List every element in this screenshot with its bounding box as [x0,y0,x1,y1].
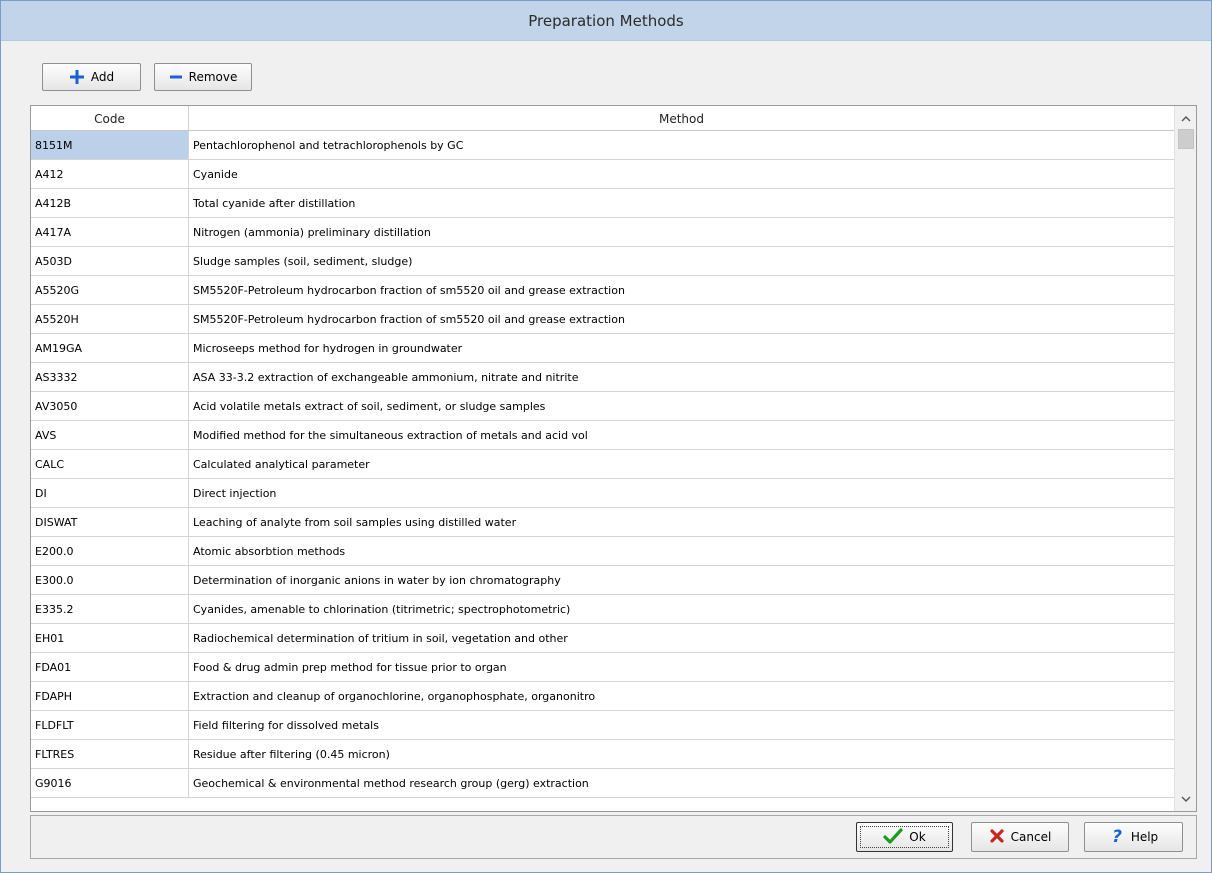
method-cell[interactable]: Modified method for the simultaneous ext… [189,421,1174,449]
method-cell[interactable]: Microseeps method for hydrogen in ground… [189,334,1174,362]
code-cell[interactable]: FDAPH [31,682,189,710]
method-cell[interactable]: Determination of inorganic anions in wat… [189,566,1174,594]
remove-button-label: Remove [188,70,238,84]
column-header-code[interactable]: Code [31,106,189,131]
table-row[interactable]: E200.0 Atomic absorbtion methods [31,537,1174,566]
table-row[interactable]: A5520H SM5520F-Petroleum hydrocarbon frac… [31,305,1174,334]
table-row[interactable]: A417A Nitrogen (ammonia) preliminary dist… [31,218,1174,247]
table-row[interactable]: E300.0 Determination of inorganic anions … [31,566,1174,595]
method-cell[interactable]: Cyanides, amenable to chlorination (titr… [189,595,1174,623]
method-cell[interactable]: Cyanide [189,160,1174,188]
table-row[interactable]: DISWAT Leaching of analyte from soil samp… [31,508,1174,537]
table-row[interactable]: A412 Cyanide [31,160,1174,189]
minus-icon [169,69,183,85]
cancel-button-label: Cancel [1010,830,1052,844]
method-cell[interactable]: Residue after filtering (0.45 micron) [189,740,1174,768]
code-cell[interactable]: DI [31,479,189,507]
code-cell[interactable]: A5520H [31,305,189,333]
code-cell[interactable]: EH01 [31,624,189,652]
code-cell[interactable]: AM19GA [31,334,189,362]
add-button-label: Add [90,70,115,84]
table-row[interactable]: E335.2 Cyanides, amenable to chlorination… [31,595,1174,624]
method-cell[interactable]: ASA 33-3.2 extraction of exchangeable am… [189,363,1174,391]
cancel-button[interactable]: Cancel [971,822,1069,852]
title-bar: Preparation Methods [1,1,1211,41]
method-cell[interactable]: Total cyanide after distillation [189,189,1174,217]
add-button[interactable]: Add [42,63,141,91]
method-cell[interactable]: Geochemical & environmental method resea… [189,769,1174,797]
table-body: 8151M Pentachlorophenol and tetrachloroph… [31,131,1174,811]
table-row[interactable]: CALC Calculated analytical parameter [31,450,1174,479]
ok-button[interactable]: Ok [856,822,953,852]
focus-rectangle [860,826,949,848]
table-row[interactable]: AVS Modified method for the simultaneous … [31,421,1174,450]
table-row[interactable]: AV3050 Acid volatile metals extract of so… [31,392,1174,421]
code-cell[interactable]: FLTRES [31,740,189,768]
code-cell[interactable]: FLDFLT [31,711,189,739]
code-cell[interactable]: E335.2 [31,595,189,623]
code-cell[interactable]: CALC [31,450,189,478]
method-cell[interactable]: Acid volatile metals extract of soil, se… [189,392,1174,420]
code-cell[interactable]: DISWAT [31,508,189,536]
table-row[interactable]: 8151M Pentachlorophenol and tetrachloroph… [31,131,1174,160]
help-button-label: Help [1130,830,1159,844]
plus-icon [69,69,85,85]
method-cell[interactable]: Food & drug admin prep method for tissue… [189,653,1174,681]
method-cell[interactable]: Atomic absorbtion methods [189,537,1174,565]
window-title: Preparation Methods [528,11,684,30]
code-cell[interactable]: A412 [31,160,189,188]
method-cell[interactable]: SM5520F-Petroleum hydrocarbon fraction o… [189,305,1174,333]
method-cell[interactable]: Leaching of analyte from soil samples us… [189,508,1174,536]
preparation-methods-dialog: Preparation Methods Add Remove Code Meth… [0,0,1212,873]
code-cell[interactable]: FDA01 [31,653,189,681]
chevron-up-icon[interactable] [1175,108,1196,128]
table-row[interactable]: G9016 Geochemical & environmental method … [31,769,1174,798]
code-cell[interactable]: A417A [31,218,189,246]
methods-table: Code Method 8151M Pentachlorophenol and t… [30,105,1197,812]
code-cell[interactable]: AVS [31,421,189,449]
table-row[interactable]: AS3332 ASA 33-3.2 extraction of exchangea… [31,363,1174,392]
method-cell[interactable]: Calculated analytical parameter [189,450,1174,478]
method-cell[interactable]: Nitrogen (ammonia) preliminary distillat… [189,218,1174,246]
code-cell[interactable]: E300.0 [31,566,189,594]
method-cell[interactable]: Extraction and cleanup of organochlorine… [189,682,1174,710]
method-cell[interactable]: Sludge samples (soil, sediment, sludge) [189,247,1174,275]
help-button[interactable]: ? Help [1084,822,1183,852]
code-cell[interactable]: AS3332 [31,363,189,391]
remove-button[interactable]: Remove [154,63,252,91]
method-cell[interactable]: Radiochemical determination of tritium i… [189,624,1174,652]
table-header: Code Method [31,106,1174,131]
table-row[interactable]: EH01 Radiochemical determination of triti… [31,624,1174,653]
question-mark-icon: ? [1109,827,1125,848]
table-row[interactable]: A5520G SM5520F-Petroleum hydrocarbon frac… [31,276,1174,305]
code-cell[interactable]: E200.0 [31,537,189,565]
table-row[interactable]: DI Direct injection [31,479,1174,508]
table-row[interactable]: FLTRES Residue after filtering (0.45 micr… [31,740,1174,769]
dialog-footer: Ok Cancel ? Help [30,815,1197,859]
method-cell[interactable]: Pentachlorophenol and tetrachlorophenols… [189,131,1174,159]
code-cell[interactable]: A412B [31,189,189,217]
svg-text:?: ? [1112,827,1122,845]
code-cell[interactable]: A5520G [31,276,189,304]
method-cell[interactable]: SM5520F-Petroleum hydrocarbon fraction o… [189,276,1174,304]
table-row[interactable]: FDA01 Food & drug admin prep method for t… [31,653,1174,682]
table-row[interactable]: A503D Sludge samples (soil, sediment, slu… [31,247,1174,276]
vertical-scrollbar[interactable] [1174,106,1196,811]
chevron-down-icon[interactable] [1175,789,1196,809]
scrollbar-thumb[interactable] [1178,129,1194,149]
table-row[interactable]: FDAPH Extraction and cleanup of organochl… [31,682,1174,711]
table-row[interactable]: AM19GA Microseeps method for hydrogen in … [31,334,1174,363]
x-icon [989,828,1005,847]
code-cell[interactable]: A503D [31,247,189,275]
code-cell[interactable]: G9016 [31,769,189,797]
toolbar: Add Remove [1,42,1211,102]
code-cell[interactable]: 8151M [31,131,189,159]
code-cell[interactable]: AV3050 [31,392,189,420]
table-row[interactable]: A412B Total cyanide after distillation [31,189,1174,218]
method-cell[interactable]: Field filtering for dissolved metals [189,711,1174,739]
method-cell[interactable]: Direct injection [189,479,1174,507]
column-header-method[interactable]: Method [189,106,1174,131]
table-row[interactable]: FLDFLT Field filtering for dissolved meta… [31,711,1174,740]
